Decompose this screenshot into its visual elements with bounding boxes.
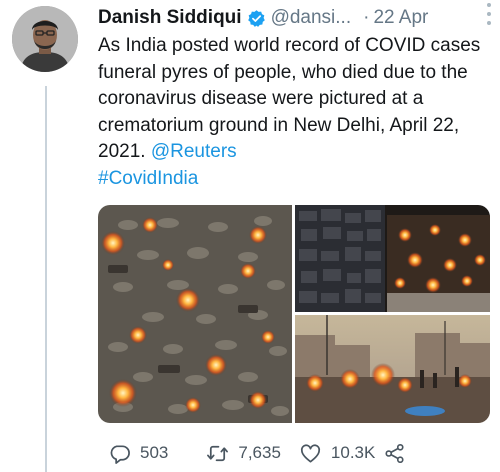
media-grid <box>98 205 490 423</box>
cremation-aerial-photo[interactable] <box>98 205 292 423</box>
retweet-button[interactable]: 7,635 <box>206 442 281 465</box>
share-icon <box>385 443 404 463</box>
like-button[interactable]: 10.3K <box>299 442 375 465</box>
tweet-actions: 503 7,635 10.3K <box>98 440 490 466</box>
tweet-header: Danish Siddiqui @dansi... · 22 Apr <box>98 4 488 32</box>
author-handle[interactable]: @dansi... <box>271 7 352 29</box>
reply-icon <box>110 444 130 464</box>
like-icon <box>300 443 320 463</box>
author-name[interactable]: Danish Siddiqui <box>98 7 242 29</box>
separator-dot: · <box>363 7 370 28</box>
like-count: 10.3K <box>330 443 376 462</box>
tweet-text: As India posted world record of COVID ca… <box>98 33 490 192</box>
hashtag-link[interactable]: #CovidIndia <box>98 168 198 189</box>
thread-connector-line <box>45 86 47 472</box>
author-avatar[interactable] <box>12 6 78 72</box>
verified-badge-icon <box>247 9 265 27</box>
tweet-date[interactable]: 22 Apr <box>373 7 428 29</box>
reply-button[interactable]: 503 <box>108 442 168 465</box>
funeral-pyres-ground-photo[interactable] <box>295 315 490 423</box>
retweet-icon <box>207 445 229 461</box>
more-options-icon[interactable] <box>482 3 496 25</box>
reply-count: 503 <box>140 443 169 462</box>
share-button[interactable] <box>383 442 406 465</box>
mention-link[interactable]: @Reuters <box>151 141 237 162</box>
crematorium-city-photo[interactable] <box>295 205 490 312</box>
retweet-count: 7,635 <box>238 443 281 462</box>
